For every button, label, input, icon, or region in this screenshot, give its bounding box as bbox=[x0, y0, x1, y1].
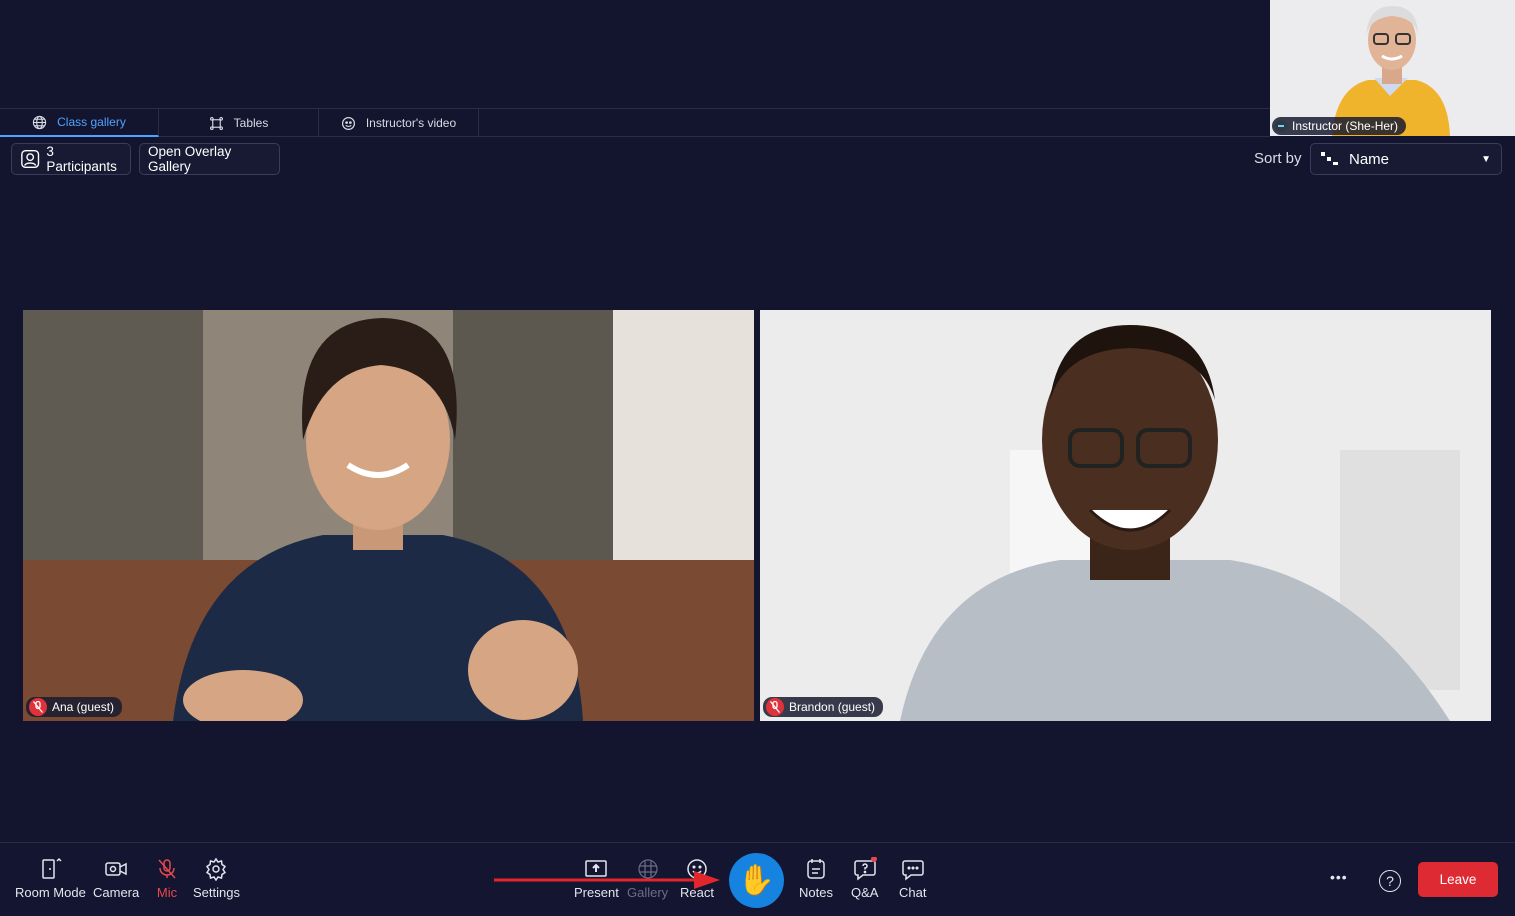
camera-icon bbox=[105, 862, 127, 876]
participants-label: 3 Participants bbox=[46, 144, 117, 174]
chevron-down-icon: ▼ bbox=[1481, 153, 1491, 165]
chat-label: Chat bbox=[899, 885, 927, 900]
open-overlay-gallery-button[interactable]: Open Overlay Gallery bbox=[139, 143, 280, 175]
raise-hand-button[interactable]: ✋ bbox=[729, 853, 784, 908]
notes-icon bbox=[807, 859, 825, 879]
tables-icon bbox=[209, 116, 223, 130]
globe-icon bbox=[32, 115, 47, 129]
instructor-image bbox=[1270, 0, 1515, 136]
tab-label: Class gallery bbox=[57, 115, 126, 129]
chat-icon bbox=[901, 860, 924, 881]
tab-label: Tables bbox=[233, 116, 269, 130]
annotation-arrow bbox=[494, 871, 720, 889]
more-options-button[interactable]: ••• bbox=[1330, 869, 1348, 885]
camera-button[interactable]: Camera bbox=[93, 857, 139, 900]
participant-name-chip: Brandon (guest) bbox=[763, 697, 884, 717]
participant-video-ana bbox=[23, 310, 754, 721]
tab-class-gallery[interactable]: Class gallery bbox=[0, 109, 159, 137]
participant-tile-ana[interactable]: Ana (guest) bbox=[23, 310, 754, 721]
mic-off-icon bbox=[766, 698, 784, 716]
audio-level-icon bbox=[1275, 120, 1287, 132]
sort-value: Name bbox=[1349, 150, 1390, 168]
room-mode-button[interactable]: Room Mode bbox=[15, 857, 86, 900]
qa-label: Q&A bbox=[851, 885, 879, 900]
instructor-name-chip: Instructor (She-Her) bbox=[1272, 117, 1407, 135]
participant-name: Ana (guest) bbox=[52, 700, 115, 714]
help-button[interactable]: ? bbox=[1379, 870, 1401, 892]
overlay-label: Open Overlay Gallery bbox=[148, 144, 232, 174]
mic-button[interactable]: Mic bbox=[155, 857, 179, 900]
sort-select[interactable]: Name ▼ bbox=[1310, 143, 1502, 175]
room-mode-label: Room Mode bbox=[15, 885, 86, 900]
camera-label: Camera bbox=[93, 885, 140, 900]
settings-button[interactable]: Settings bbox=[193, 857, 240, 900]
leave-label: Leave bbox=[1439, 872, 1477, 887]
tab-instructors-video[interactable]: Instructor's video bbox=[319, 109, 479, 137]
chat-button[interactable]: Chat bbox=[899, 857, 926, 900]
mic-label: Mic bbox=[156, 885, 178, 900]
help-icon: ? bbox=[1386, 873, 1394, 889]
notes-label: Notes bbox=[799, 885, 833, 900]
door-icon bbox=[42, 857, 62, 879]
bottom-control-bar: Room Mode Camera Mic Settings Present Ga… bbox=[0, 842, 1515, 916]
raise-hand-icon: ✋ bbox=[737, 864, 776, 897]
qa-button[interactable]: Q&A bbox=[851, 857, 878, 900]
tab-tables[interactable]: Tables bbox=[159, 109, 319, 137]
mic-off-icon bbox=[29, 698, 47, 716]
instructor-name: Instructor (She-Her) bbox=[1292, 119, 1399, 133]
participant-name: Brandon (guest) bbox=[789, 700, 876, 714]
question-bubble-icon bbox=[853, 857, 877, 881]
tab-label: Instructor's video bbox=[365, 116, 457, 130]
participant-icon bbox=[21, 149, 40, 169]
sort-icon bbox=[1321, 152, 1338, 165]
view-tabs: Class gallery Tables Instructor's video bbox=[0, 108, 1270, 137]
settings-label: Settings bbox=[193, 885, 240, 900]
leave-button[interactable]: Leave bbox=[1418, 862, 1498, 897]
mic-off-icon bbox=[158, 859, 176, 879]
gear-icon bbox=[206, 857, 227, 881]
instructor-video[interactable]: Instructor (She-Her) bbox=[1270, 0, 1515, 136]
video-icon bbox=[341, 116, 355, 130]
participant-name-chip: Ana (guest) bbox=[26, 697, 123, 717]
participant-video-brandon bbox=[760, 310, 1491, 721]
participants-button[interactable]: 3 Participants bbox=[11, 143, 131, 175]
sort-label: Sort by bbox=[1254, 150, 1302, 167]
participant-tile-brandon[interactable]: Brandon (guest) bbox=[760, 310, 1491, 721]
notes-button[interactable]: Notes bbox=[799, 857, 833, 900]
